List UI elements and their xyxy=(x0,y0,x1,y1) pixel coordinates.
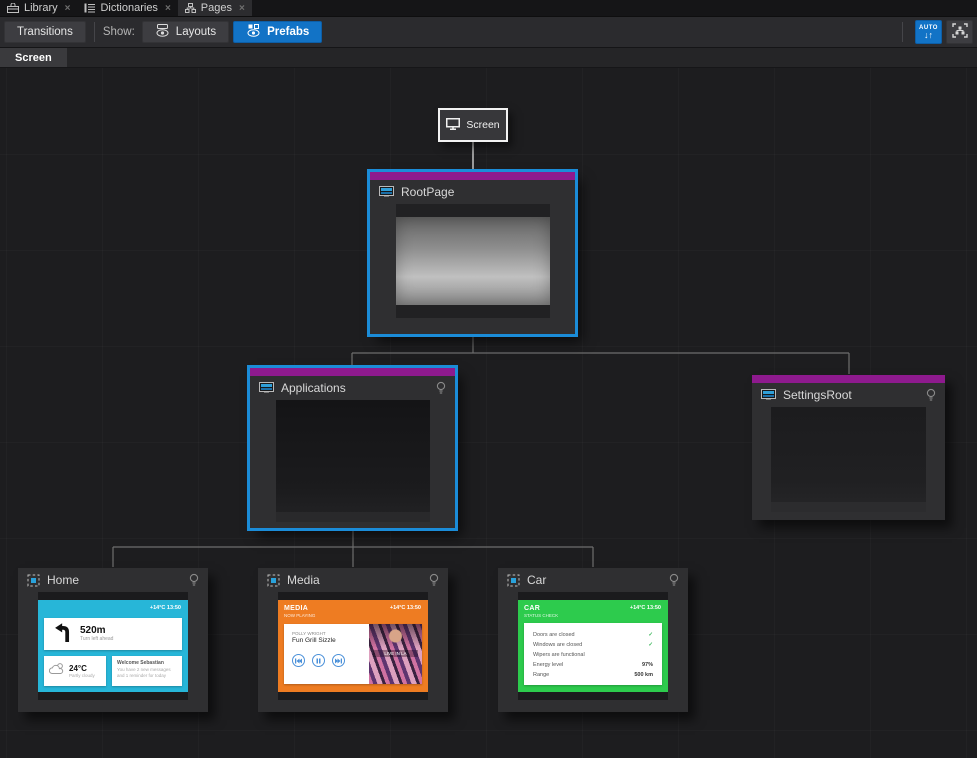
layouts-eye-icon xyxy=(155,24,170,40)
prefab-icon xyxy=(267,574,280,587)
statusbar-text: +14°C 13:50 xyxy=(150,605,181,611)
nav-subtext: Turn left ahead xyxy=(80,636,113,642)
transitions-button[interactable]: Transitions xyxy=(4,21,86,43)
lightbulb-icon[interactable] xyxy=(669,573,679,587)
layouts-toggle-button[interactable]: Layouts xyxy=(142,21,229,43)
fit-view-icon xyxy=(952,23,968,41)
album-photo: LIVE IN LA xyxy=(369,624,422,684)
auto-arrange-button[interactable]: AUTO ↓↑ xyxy=(915,20,942,44)
statusbar-text: +14°C 13:50 xyxy=(630,605,661,611)
info-title: Welcome Sebastian xyxy=(117,660,177,667)
lightbulb-icon[interactable] xyxy=(926,388,936,402)
rootpage-preview xyxy=(396,204,550,318)
breadcrumb: Screen xyxy=(0,48,977,68)
weather-temp: 24°C xyxy=(69,664,95,673)
car-status-row: Range500 km xyxy=(533,670,653,680)
previous-track-icon xyxy=(292,654,305,667)
page-icon xyxy=(379,186,394,198)
node-media[interactable]: Media +14°C 13:50 MEDIA NOW PLAYING POLL… xyxy=(258,568,448,712)
page-graph-canvas[interactable]: Screen RootPage Applications SettingsRoo… xyxy=(0,68,977,758)
node-label: Screen xyxy=(466,119,499,131)
tab-pages[interactable]: Pages × xyxy=(178,0,252,16)
tree-icon xyxy=(185,3,196,13)
prefabs-eye-icon xyxy=(246,24,261,40)
next-track-icon xyxy=(332,654,345,667)
info-card: Welcome Sebastian You have 2 new message… xyxy=(112,656,182,686)
toolbox-icon xyxy=(7,3,19,13)
toolbar-separator xyxy=(94,22,95,42)
weather-card: 24°C Partly cloudy xyxy=(44,656,106,686)
nav-distance: 520m xyxy=(80,626,113,636)
pages-toolbar: Transitions Show: Layouts Prefabs AUTO ↓… xyxy=(0,17,977,48)
cloud-sun-icon xyxy=(49,662,65,680)
car-status-card: Doors are closed✓ Windows are closed✓ Wi… xyxy=(524,623,662,685)
pause-icon xyxy=(312,654,325,667)
lightbulb-icon[interactable] xyxy=(429,573,439,587)
node-label: SettingsRoot xyxy=(783,388,852,402)
close-icon[interactable]: × xyxy=(65,3,71,14)
lightbulb-icon[interactable] xyxy=(436,381,446,395)
node-label: Home xyxy=(47,573,79,587)
document-tabbar: Library × Dictionaries × Pages × xyxy=(0,0,977,17)
statusbar-text: +14°C 13:50 xyxy=(390,605,421,611)
button-label: Prefabs xyxy=(267,26,309,38)
track-title: Fun Grill Sizzle xyxy=(292,637,369,645)
fit-to-view-button[interactable] xyxy=(946,20,973,44)
toolbar-separator xyxy=(902,22,903,42)
car-preview: +14°C 13:50 CAR STATUS CHECK Doors are c… xyxy=(518,600,668,692)
close-icon[interactable]: × xyxy=(165,3,171,14)
page-icon xyxy=(259,382,274,394)
settingsroot-preview xyxy=(771,407,926,512)
car-status-row: Wipers are functional xyxy=(533,650,653,660)
car-subtitle: STATUS CHECK xyxy=(524,613,662,619)
auto-arrows-icon: ↓↑ xyxy=(924,31,933,40)
node-label: Applications xyxy=(281,381,346,395)
close-icon[interactable]: × xyxy=(239,3,245,14)
node-settingsroot[interactable]: SettingsRoot xyxy=(752,375,945,520)
info-body: You have 2 new messages and 1 reminder f… xyxy=(117,667,177,678)
page-type-strip xyxy=(370,172,575,180)
car-status-row: Doors are closed✓ xyxy=(533,630,653,640)
car-status-row: Windows are closed✓ xyxy=(533,640,653,650)
tab-library[interactable]: Library × xyxy=(0,0,77,16)
node-label: RootPage xyxy=(401,185,454,199)
breadcrumb-screen-tab[interactable]: Screen xyxy=(0,48,67,67)
applications-preview xyxy=(276,400,430,522)
node-home[interactable]: Home +14°C 13:50 520m Turn left ahead 24… xyxy=(18,568,208,712)
photo-caption: LIVE IN LA xyxy=(373,650,418,657)
node-rootpage[interactable]: RootPage xyxy=(370,172,575,334)
node-applications[interactable]: Applications xyxy=(250,368,455,528)
turn-left-arrow-icon xyxy=(53,621,73,648)
prefabs-toggle-button[interactable]: Prefabs xyxy=(233,21,322,43)
media-preview: +14°C 13:50 MEDIA NOW PLAYING POLLY WRIG… xyxy=(278,600,428,692)
page-icon xyxy=(761,389,776,401)
lightbulb-icon[interactable] xyxy=(189,573,199,587)
page-type-strip xyxy=(250,368,455,376)
tab-label: Pages xyxy=(201,2,232,14)
node-label: Car xyxy=(527,573,546,587)
dictionary-icon xyxy=(84,3,95,13)
tab-label: Library xyxy=(24,2,58,14)
button-label: Layouts xyxy=(176,26,216,38)
tab-label: Dictionaries xyxy=(100,2,157,14)
weather-subtext: Partly cloudy xyxy=(69,673,95,679)
page-type-strip xyxy=(752,375,945,383)
node-screen[interactable]: Screen xyxy=(438,108,508,142)
monitor-icon xyxy=(446,118,460,133)
prefab-icon xyxy=(507,574,520,587)
tab-dictionaries[interactable]: Dictionaries × xyxy=(77,0,177,16)
home-preview: +14°C 13:50 520m Turn left ahead 24°C Pa… xyxy=(38,600,188,692)
show-label: Show: xyxy=(103,26,135,38)
now-playing-card: POLLY WRIGHT Fun Grill Sizzle LIVE IN LA xyxy=(284,624,422,684)
prefab-icon xyxy=(27,574,40,587)
node-label: Media xyxy=(287,573,320,587)
node-car[interactable]: Car +14°C 13:50 CAR STATUS CHECK Doors a… xyxy=(498,568,688,712)
navigation-card: 520m Turn left ahead xyxy=(44,618,182,650)
car-status-row: Energy level97% xyxy=(533,660,653,670)
media-subtitle: NOW PLAYING xyxy=(284,613,422,619)
